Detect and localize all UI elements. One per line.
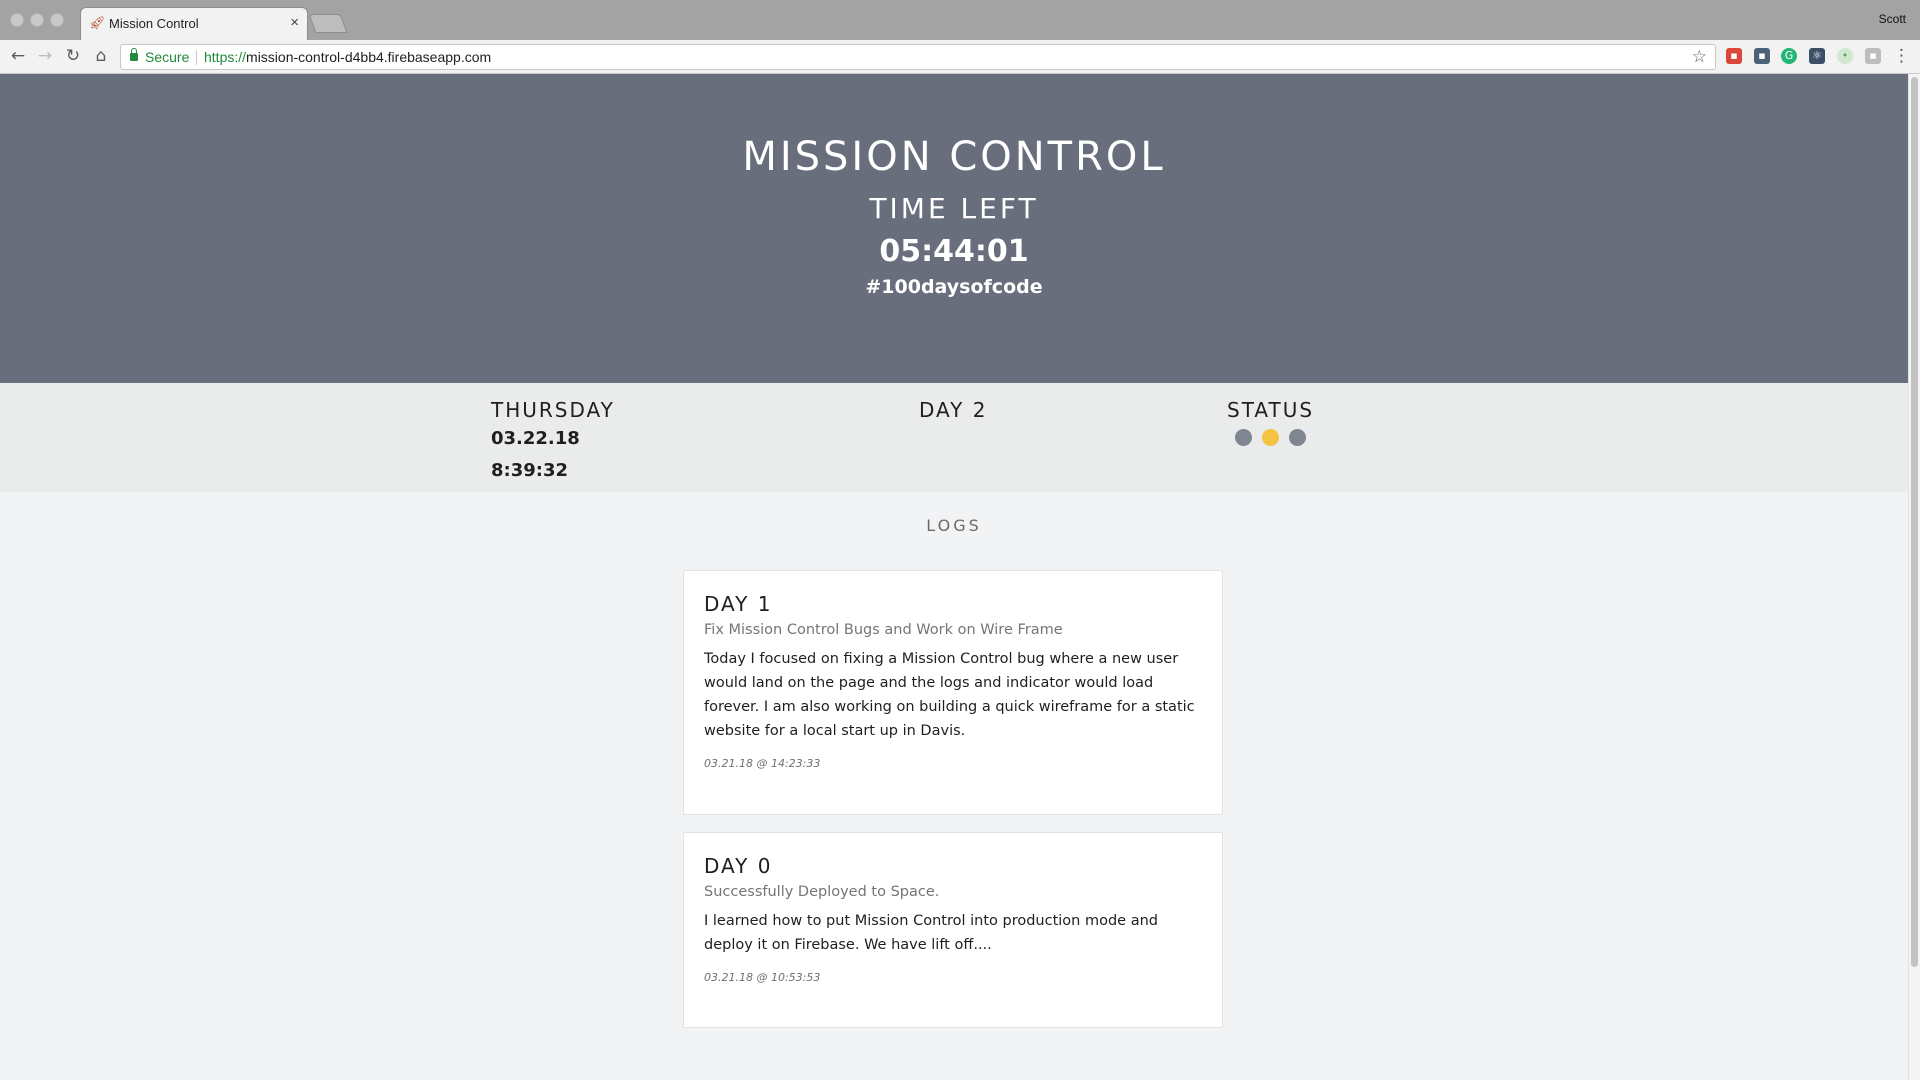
bookmark-star-icon[interactable]: ☆ <box>1692 47 1707 67</box>
info-band: THURSDAY 03.22.18 8:39:32 DAY 2 STATUS <box>0 383 1908 492</box>
weekday: THURSDAY <box>491 398 615 422</box>
scrollbar-thumb[interactable] <box>1911 77 1918 967</box>
window-minimize-button[interactable] <box>30 13 44 27</box>
log-card: DAY 1 Fix Mission Control Bugs and Work … <box>683 570 1223 815</box>
current-date: 03.22.18 <box>491 428 580 449</box>
grammarly-extension-icon[interactable]: G <box>1781 48 1797 64</box>
status-dot-3 <box>1289 429 1306 446</box>
log-timestamp: 03.21.18 @ 14:23:33 <box>704 757 821 770</box>
log-timestamp: 03.21.18 @ 10:53:53 <box>704 971 821 984</box>
hashtag: #100daysofcode <box>865 276 1043 298</box>
react-devtools-icon[interactable]: ⚛ <box>1809 48 1825 64</box>
new-tab-button[interactable] <box>308 14 348 33</box>
url-host: mission-control-d4bb4.firebaseapp.com <box>246 49 492 65</box>
day-column: DAY 2 <box>919 397 987 423</box>
forward-arrow-icon[interactable]: → <box>35 46 55 66</box>
rocket-icon: 🚀︎ <box>89 16 106 31</box>
log-title: Fix Mission Control Bugs and Work on Wir… <box>704 622 1063 638</box>
reload-icon[interactable]: ↻ <box>63 46 83 66</box>
url-text[interactable]: https://mission-control-d4bb4.firebaseap… <box>204 49 491 65</box>
browser-tab-strip: 🚀︎ Mission Control × Scott <box>0 0 1920 40</box>
log-title: Successfully Deployed to Space. <box>704 884 940 900</box>
back-arrow-icon[interactable]: ← <box>8 46 28 66</box>
home-icon[interactable]: ⌂ <box>91 46 111 66</box>
profile-name[interactable]: Scott <box>1879 12 1906 26</box>
lastpass-extension-icon[interactable]: ▪ <box>1726 48 1742 64</box>
secure-label: Secure <box>145 49 190 65</box>
extension-icon[interactable]: ▪ <box>1754 48 1770 64</box>
status-label: STATUS <box>1227 398 1315 422</box>
url-scheme: https:// <box>204 49 247 65</box>
log-day: DAY 1 <box>704 592 773 616</box>
omnibox-divider <box>196 50 197 65</box>
log-body: I learned how to put Mission Control int… <box>704 913 1158 953</box>
window-zoom-button[interactable] <box>50 13 64 27</box>
logs-heading: LOGS <box>926 516 982 535</box>
current-time: 8:39:32 <box>491 460 569 481</box>
browser-tab[interactable]: 🚀︎ Mission Control × <box>80 7 308 40</box>
tab-title: Mission Control <box>109 16 199 31</box>
date-column: THURSDAY 03.22.18 8:39:32 <box>491 397 615 487</box>
extension-leaf-icon[interactable]: • <box>1837 48 1853 64</box>
browser-toolbar: ← → ↻ ⌂ Secure https://mission-control-d… <box>0 40 1920 74</box>
browser-menu-icon[interactable]: ⋮ <box>1893 46 1910 66</box>
time-left-label: TIME LEFT <box>869 192 1039 225</box>
page-title: MISSION CONTROL <box>742 134 1166 180</box>
log-card: DAY 0 Successfully Deployed to Space. I … <box>683 832 1223 1028</box>
address-bar[interactable]: Secure https://mission-control-d4bb4.fir… <box>120 44 1716 70</box>
window-close-button[interactable] <box>10 13 24 27</box>
status-indicator <box>1235 429 1314 446</box>
status-dot-2 <box>1262 429 1279 446</box>
hero-banner: MISSION CONTROL TIME LEFT 05:44:01 #100d… <box>0 74 1908 383</box>
log-body: Today I focused on fixing a Mission Cont… <box>704 651 1195 739</box>
log-day: DAY 0 <box>704 854 773 878</box>
countdown-timer: 05:44:01 <box>879 234 1029 269</box>
status-dot-1 <box>1235 429 1252 446</box>
extension-generic-icon[interactable]: ▪ <box>1865 48 1881 64</box>
tab-close-icon[interactable]: × <box>290 14 299 31</box>
page: MISSION CONTROL TIME LEFT 05:44:01 #100d… <box>0 74 1908 1080</box>
page-scrollbar[interactable] <box>1908 74 1920 1080</box>
status-column: STATUS <box>1227 397 1314 446</box>
lock-icon <box>130 48 138 61</box>
day-counter: DAY 2 <box>919 398 988 422</box>
